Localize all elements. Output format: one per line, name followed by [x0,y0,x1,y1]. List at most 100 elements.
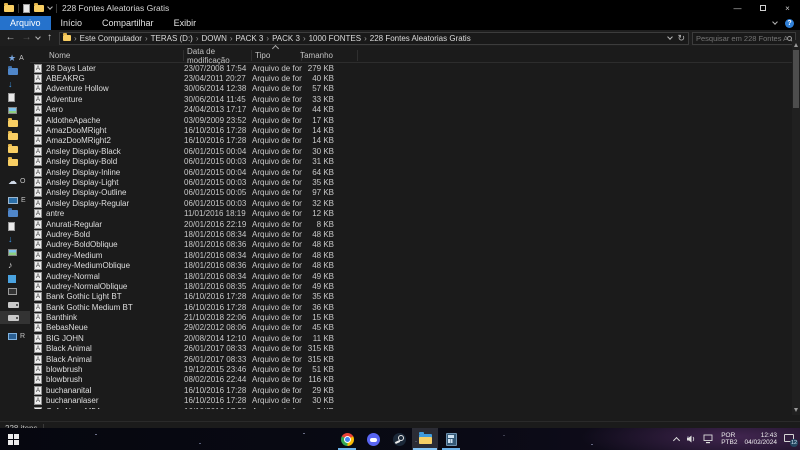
taskbar-app-steam[interactable] [386,428,412,450]
scroll-thumb[interactable] [793,50,799,108]
breadcrumb-item[interactable]: PACK 3 [236,34,264,43]
clock[interactable]: 12:43 04/02/2024 [744,432,777,446]
sidebar-item-folder[interactable] [0,143,30,156]
file-row[interactable]: AAdventure30/06/2014 11:45Arquivo de fon… [30,94,800,104]
file-row[interactable]: AAldotheApache03/09/2009 23:52Arquivo de… [30,115,800,125]
properties-icon[interactable] [23,4,30,13]
file-row[interactable]: Aantre11/01/2016 18:19Arquivo de fonte .… [30,208,800,218]
language-indicator[interactable]: POR PTB2 [721,432,737,446]
taskbar-app-calculator[interactable] [438,428,464,450]
breadcrumb-item[interactable]: DOWN [202,34,227,43]
sidebar-item-desktop-folder[interactable] [0,207,30,220]
help-icon[interactable]: ? [785,19,794,28]
file-row[interactable]: AAudrey-NormalOblique18/01/2016 08:35Arq… [30,281,800,291]
minimize-button[interactable]: — [725,0,750,16]
file-row[interactable]: AAero24/04/2013 17:17Arquivo de fonte ..… [30,105,800,115]
breadcrumb-item[interactable]: TERAS (D:) [151,34,193,43]
scroll-up-arrow-icon[interactable] [794,43,798,47]
speaker-icon[interactable] [686,434,696,444]
file-row[interactable]: AAmazDooMRight16/10/2016 17:28Arquivo de… [30,125,800,135]
forward-button[interactable]: → [20,30,33,46]
refresh-icon[interactable]: ↻ [677,33,685,44]
file-row[interactable]: Ablowbrush19/12/2015 23:46Arquivo de fon… [30,364,800,374]
sidebar-item-network[interactable]: R [0,330,30,343]
maximize-button[interactable] [750,0,775,16]
search-input[interactable] [696,34,787,43]
column-header-size[interactable]: Tamanho [302,50,358,61]
ribbon-expand-chevron-icon[interactable] [772,19,778,25]
file-row[interactable]: AAudrey-Normal18/01/2016 08:34Arquivo de… [30,271,800,281]
file-row[interactable]: ABebasNeue29/02/2012 08:06Arquivo de fon… [30,323,800,333]
file-row[interactable]: AAnsley Display-Outline06/01/2015 00:05A… [30,188,800,198]
address-dropdown-chevron-icon[interactable] [668,34,674,40]
file-row[interactable]: AAmazDooMRight216/10/2016 17:28Arquivo d… [30,136,800,146]
search-box[interactable] [692,32,796,45]
file-row[interactable]: A28 Days Later23/07/2008 17:54Arquivo de… [30,63,800,73]
file-row[interactable]: AAnsley Display-Regular06/01/2015 00:03A… [30,198,800,208]
file-row[interactable]: ABanthink21/10/2018 22:06Arquivo de font… [30,312,800,322]
file-row[interactable]: ACafe Nero M5416/10/2016 17:28Arquivo de… [30,406,800,409]
up-button[interactable]: ↑ [43,30,56,46]
file-row[interactable]: ABIG JOHN20/08/2014 12:10Arquivo de font… [30,333,800,343]
file-row[interactable]: AAudrey-Bold18/01/2016 08:34Arquivo de f… [30,229,800,239]
file-row[interactable]: ABank Gothic Light BT16/10/2016 17:28Arq… [30,292,800,302]
close-button[interactable]: × [775,0,800,16]
history-chevron-icon[interactable] [35,34,41,40]
file-row[interactable]: AAnsley Display-Light06/01/2015 00:03Arq… [30,177,800,187]
column-header-date[interactable]: Data de modificação [184,50,252,61]
file-row[interactable]: AAudrey-Medium18/01/2016 08:34Arquivo de… [30,250,800,260]
new-folder-icon[interactable] [34,5,44,12]
qat-chevron-down-icon[interactable] [47,4,53,10]
file-row[interactable]: AAnsley Display-Inline06/01/2015 00:04Ar… [30,167,800,177]
file-row[interactable]: ABank Gothic Medium BT16/10/2016 17:28Ar… [30,302,800,312]
sidebar-item-onedrive-cloud[interactable]: ☁O [0,175,30,188]
file-row[interactable]: AAudrey-BoldOblique18/01/2016 08:36Arqui… [30,240,800,250]
sidebar-item-folder[interactable] [0,117,30,130]
network-icon[interactable] [703,434,714,444]
file-row[interactable]: AAnsley Display-Black06/01/2015 00:04Arq… [30,146,800,156]
tab-exibir[interactable]: Exibir [164,16,207,30]
breadcrumb-item[interactable]: PACK 3 [272,34,300,43]
file-row[interactable]: Abuchananital16/10/2016 17:28Arquivo de … [30,385,800,395]
scroll-down-arrow-icon[interactable] [794,408,798,412]
back-button[interactable]: ← [4,30,17,46]
breadcrumb-item[interactable]: Este Computador [80,34,142,43]
column-header-name[interactable]: Nome [46,50,184,61]
file-row[interactable]: ABlack Animal26/01/2017 08:33Arquivo de … [30,344,800,354]
file-row[interactable]: ABlack Animal26/01/2017 08:33Arquivo de … [30,354,800,364]
file-row[interactable]: AAudrey-MediumOblique18/01/2016 08:36Arq… [30,260,800,270]
breadcrumb-item[interactable]: 1000 FONTES [309,34,361,43]
sidebar-item-teras-disk[interactable] [0,311,30,324]
tab-início[interactable]: Início [51,16,93,30]
sidebar-item-folder[interactable] [0,130,30,143]
sidebar-item-music[interactable]: ♪ [0,259,30,272]
sidebar-item-pictures[interactable] [0,104,30,117]
taskbar-app-discord[interactable] [360,428,386,450]
address-bar[interactable]: ›Este Computador›TERAS (D:)›DOWN›PACK 3›… [59,32,689,45]
file-row[interactable]: Ablowbrush08/02/2016 22:44Arquivo de fon… [30,375,800,385]
column-header-type[interactable]: Tipo [252,50,302,61]
sidebar-item-downloads-arrow[interactable]: ↓ [0,78,30,91]
vertical-scrollbar[interactable] [792,40,800,415]
file-row[interactable]: AAdventure Hollow30/06/2014 12:38Arquivo… [30,84,800,94]
file-row[interactable]: AAnsley Display-Bold06/01/2015 00:03Arqu… [30,157,800,167]
sidebar-item-desktop-folder[interactable] [0,65,30,78]
sidebar-item-quick-access-star[interactable]: ★A [0,52,30,65]
taskbar-app-explorer[interactable] [412,428,438,450]
breadcrumb-item[interactable]: 228 Fontes Aleatorias Gratis [370,34,471,43]
sidebar-item-pictures[interactable] [0,246,30,259]
tray-chevron-up-icon[interactable] [673,436,680,443]
sidebar-item-documents[interactable] [0,91,30,104]
sidebar-item-3d-objects[interactable] [0,272,30,285]
notifications-icon[interactable]: 12 [784,434,796,445]
taskbar-app-chrome[interactable] [334,428,360,450]
sidebar-item-this-pc[interactable]: E [0,194,30,207]
file-row[interactable]: AAnurati-Regular20/01/2016 22:19Arquivo … [30,219,800,229]
tab-arquivo[interactable]: Arquivo [0,16,51,30]
sidebar-item-videos[interactable] [0,285,30,298]
file-row[interactable]: AABEAKRG23/04/2011 20:27Arquivo de fonte… [30,73,800,83]
file-row[interactable]: Abuchananlaser16/10/2016 17:28Arquivo de… [30,396,800,406]
sidebar-item-folder[interactable] [0,156,30,169]
sidebar-item-local-disk[interactable] [0,298,30,311]
tab-compartilhar[interactable]: Compartilhar [92,16,164,30]
